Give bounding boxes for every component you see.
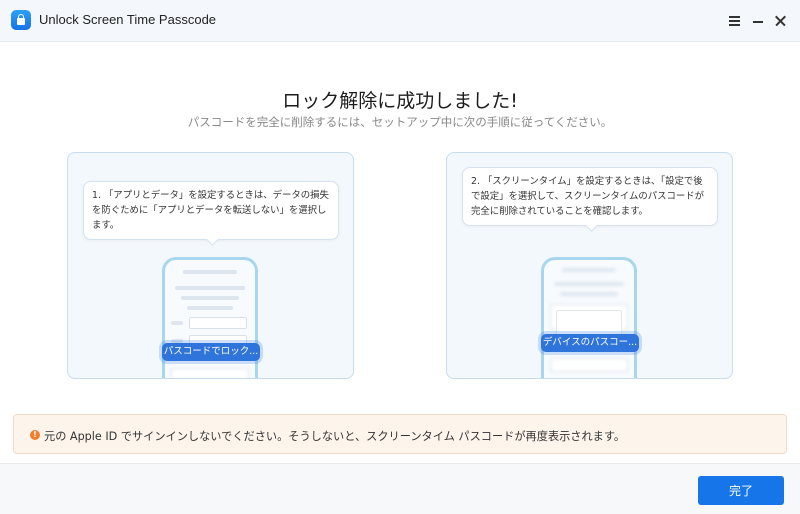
warning-text: 元の Apple ID でサインインしないでください。そうしないと、スクリーンタ… xyxy=(44,430,626,443)
done-button[interactable]: 完了 xyxy=(698,476,784,505)
lock-icon xyxy=(11,10,31,30)
page-title: ロック解除に成功しました! xyxy=(282,90,518,112)
title-bar: Unlock Screen Time Passcode xyxy=(0,0,800,42)
exclamation-icon: ! xyxy=(30,430,40,440)
phone-illustration-2 xyxy=(541,257,637,378)
menu-icon[interactable] xyxy=(725,11,745,31)
minimize-icon[interactable] xyxy=(749,11,769,31)
page-subtitle: パスコードを完全に削除するには、セットアップ中に次の手順に従ってください。 xyxy=(187,115,613,129)
step-1-text: 1. 「アプリとデータ」を設定するときは、データの損失を防ぐために「アプリとデー… xyxy=(83,181,339,240)
step-card-2: 2. 「スクリーンタイム」を設定するときは、「設定で後で設定」を選択して、スクリ… xyxy=(446,152,733,379)
step-2-text: 2. 「スクリーンタイム」を設定するときは、「設定で後で設定」を選択して、スクリ… xyxy=(462,167,718,226)
step-card-1: 1. 「アプリとデータ」を設定するときは、データの損失を防ぐために「アプリとデー… xyxy=(67,152,354,379)
footer: 完了 xyxy=(0,463,800,514)
window-title: Unlock Screen Time Passcode xyxy=(39,12,217,27)
close-icon[interactable] xyxy=(771,11,791,31)
warning-banner: ! 元の Apple ID でサインインしないでください。そうしないと、スクリー… xyxy=(13,414,787,454)
step-2-highlight: デバイスのパスコー... xyxy=(541,334,639,352)
step-1-highlight: パスコードでロック... xyxy=(162,343,260,361)
